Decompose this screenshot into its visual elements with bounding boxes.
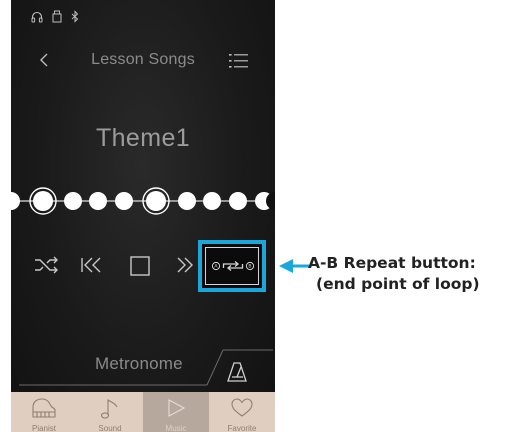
shuffle-icon[interactable] xyxy=(34,255,60,275)
timeline-dot xyxy=(203,192,221,210)
tab-pianist[interactable]: Pianist xyxy=(11,392,77,432)
bottom-tab-bar: Pianist Sound Music Favorite xyxy=(11,392,275,432)
callout-line-2: (end point of loop) xyxy=(316,275,480,293)
callout-line-1: A-B Repeat button: xyxy=(308,254,476,272)
piano-icon xyxy=(32,398,56,418)
ab-repeat-button[interactable]: A B xyxy=(198,240,266,292)
timeline-marker xyxy=(33,191,53,211)
play-icon xyxy=(168,399,186,417)
song-title: Theme1 xyxy=(95,124,191,152)
timeline-dot xyxy=(115,192,133,210)
list-menu-icon[interactable] xyxy=(228,52,250,70)
callout-arrow-icon xyxy=(279,259,309,273)
status-bar xyxy=(31,10,79,23)
heart-icon xyxy=(231,398,253,417)
tab-sound[interactable]: Sound xyxy=(77,392,143,432)
svg-text:B: B xyxy=(248,264,251,270)
tab-favorite[interactable]: Favorite xyxy=(209,392,275,432)
song-timeline[interactable] xyxy=(11,181,275,221)
usb-storage-icon xyxy=(52,10,62,23)
callout-text: A-B Repeat button: (end point of loop) xyxy=(308,253,512,295)
tab-label: Music xyxy=(165,424,187,432)
previous-track-icon[interactable] xyxy=(79,256,103,274)
tab-music[interactable]: Music xyxy=(143,392,209,432)
tab-label: Favorite xyxy=(227,424,257,432)
bluetooth-icon xyxy=(71,10,79,23)
tab-label: Pianist xyxy=(31,424,56,432)
phone-screen: Lesson Songs Theme1 A B Metronome Pianis… xyxy=(11,0,275,432)
metronome-label[interactable]: Metronome xyxy=(95,354,183,374)
fast-forward-icon[interactable] xyxy=(175,256,195,274)
timeline-dot xyxy=(178,192,196,210)
timeline-dot xyxy=(229,192,247,210)
timeline-edge-left xyxy=(11,192,20,210)
timeline-dot xyxy=(64,192,82,210)
ab-repeat-icon: A B xyxy=(211,261,255,271)
stop-icon[interactable] xyxy=(129,255,151,277)
music-note-icon xyxy=(100,398,118,419)
metronome-icon[interactable] xyxy=(226,361,248,383)
timeline-dot xyxy=(89,192,107,210)
headphones-icon xyxy=(31,11,43,22)
timeline-current-position xyxy=(146,191,166,211)
tab-label: Sound xyxy=(98,424,122,432)
